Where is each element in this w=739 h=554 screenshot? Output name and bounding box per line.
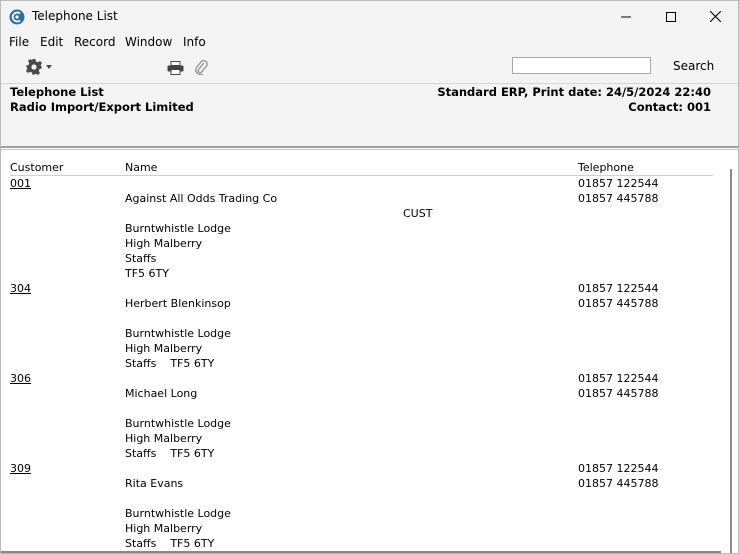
menu-info[interactable]: Info (183, 35, 206, 49)
address-line-3: Staffs TF5 6TY (125, 447, 215, 460)
column-header-customer: Customer (10, 161, 64, 174)
maximize-icon (665, 11, 676, 22)
address-line-1: Burntwhistle Lodge (125, 507, 231, 520)
customer-link[interactable]: 304 (10, 282, 31, 295)
address-line-2: High Malberry (125, 432, 203, 445)
address-line-1: Burntwhistle Lodge (125, 222, 231, 235)
customer-link[interactable]: 306 (10, 372, 31, 385)
address-line-3: Staffs TF5 6TY (125, 537, 215, 550)
close-icon (710, 11, 721, 22)
menu-bar: File Edit Record Window Info (1, 32, 738, 52)
customer-name: Against All Odds Trading Co (125, 192, 278, 205)
address-line-1: Burntwhistle Lodge (125, 417, 231, 430)
menu-window[interactable]: Window (125, 35, 172, 49)
menu-record[interactable]: Record (74, 35, 115, 49)
header-divider (1, 146, 738, 148)
customer-name: Michael Long (125, 387, 198, 400)
address-line-2: High Malberry (125, 342, 203, 355)
maximize-button[interactable] (648, 1, 693, 32)
close-button[interactable] (693, 1, 738, 32)
company-name: Radio Import/Export Limited (10, 100, 194, 114)
telephone-list-window: Telephone List File Edit Record Window I… (0, 0, 739, 554)
telephone-2: 01857 445788 (578, 477, 659, 490)
address-line-3: Staffs (125, 252, 157, 265)
column-header-divider (10, 175, 713, 176)
customer-category: CUST (403, 207, 433, 220)
search-button[interactable]: Search (673, 59, 714, 73)
menu-file[interactable]: File (9, 35, 29, 49)
search-input[interactable] (512, 57, 651, 74)
address-line-1: Burntwhistle Lodge (125, 327, 231, 340)
menu-edit[interactable]: Edit (40, 35, 63, 49)
minimize-icon (620, 12, 631, 22)
telephone-1: 01857 122544 (578, 372, 659, 385)
minimize-button[interactable] (603, 1, 648, 32)
print-info: Standard ERP, Print date: 24/5/2024 22:4… (437, 85, 711, 99)
toolbar: Search (1, 52, 738, 84)
telephone-1: 01857 122544 (578, 282, 659, 295)
window-title: Telephone List (32, 9, 118, 23)
app-logo-icon (9, 9, 25, 25)
contact-info: Contact: 001 (628, 100, 711, 114)
telephone-1: 01857 122544 (578, 177, 659, 190)
vertical-scrollbar[interactable] (730, 169, 732, 553)
horizontal-scrollbar[interactable] (1, 551, 721, 553)
address-line-3: Staffs TF5 6TY (125, 357, 215, 370)
address-line-2: High Malberry (125, 522, 203, 535)
telephone-2: 01857 445788 (578, 192, 659, 205)
customer-name: Rita Evans (125, 477, 184, 490)
report-title: Telephone List (10, 85, 104, 99)
paperclip-icon[interactable] (194, 59, 208, 79)
report-body[interactable]: Customer Name Telephone 001 01857 122544… (1, 151, 738, 553)
telephone-2: 01857 445788 (578, 387, 659, 400)
customer-name: Herbert Blenkinsop (125, 297, 231, 310)
header-divider-thin (1, 149, 738, 150)
report-header: Telephone List Radio Import/Export Limit… (1, 84, 738, 146)
customer-link[interactable]: 001 (10, 177, 31, 190)
gear-icon[interactable] (25, 58, 55, 80)
column-header-telephone: Telephone (578, 161, 634, 174)
print-icon[interactable] (167, 60, 184, 79)
address-line-4: TF5 6TY (125, 267, 169, 280)
title-bar[interactable]: Telephone List (1, 1, 738, 32)
telephone-2: 01857 445788 (578, 297, 659, 310)
telephone-1: 01857 122544 (578, 462, 659, 475)
customer-link[interactable]: 309 (10, 462, 31, 475)
column-header-name: Name (125, 161, 158, 174)
address-line-2: High Malberry (125, 237, 203, 250)
